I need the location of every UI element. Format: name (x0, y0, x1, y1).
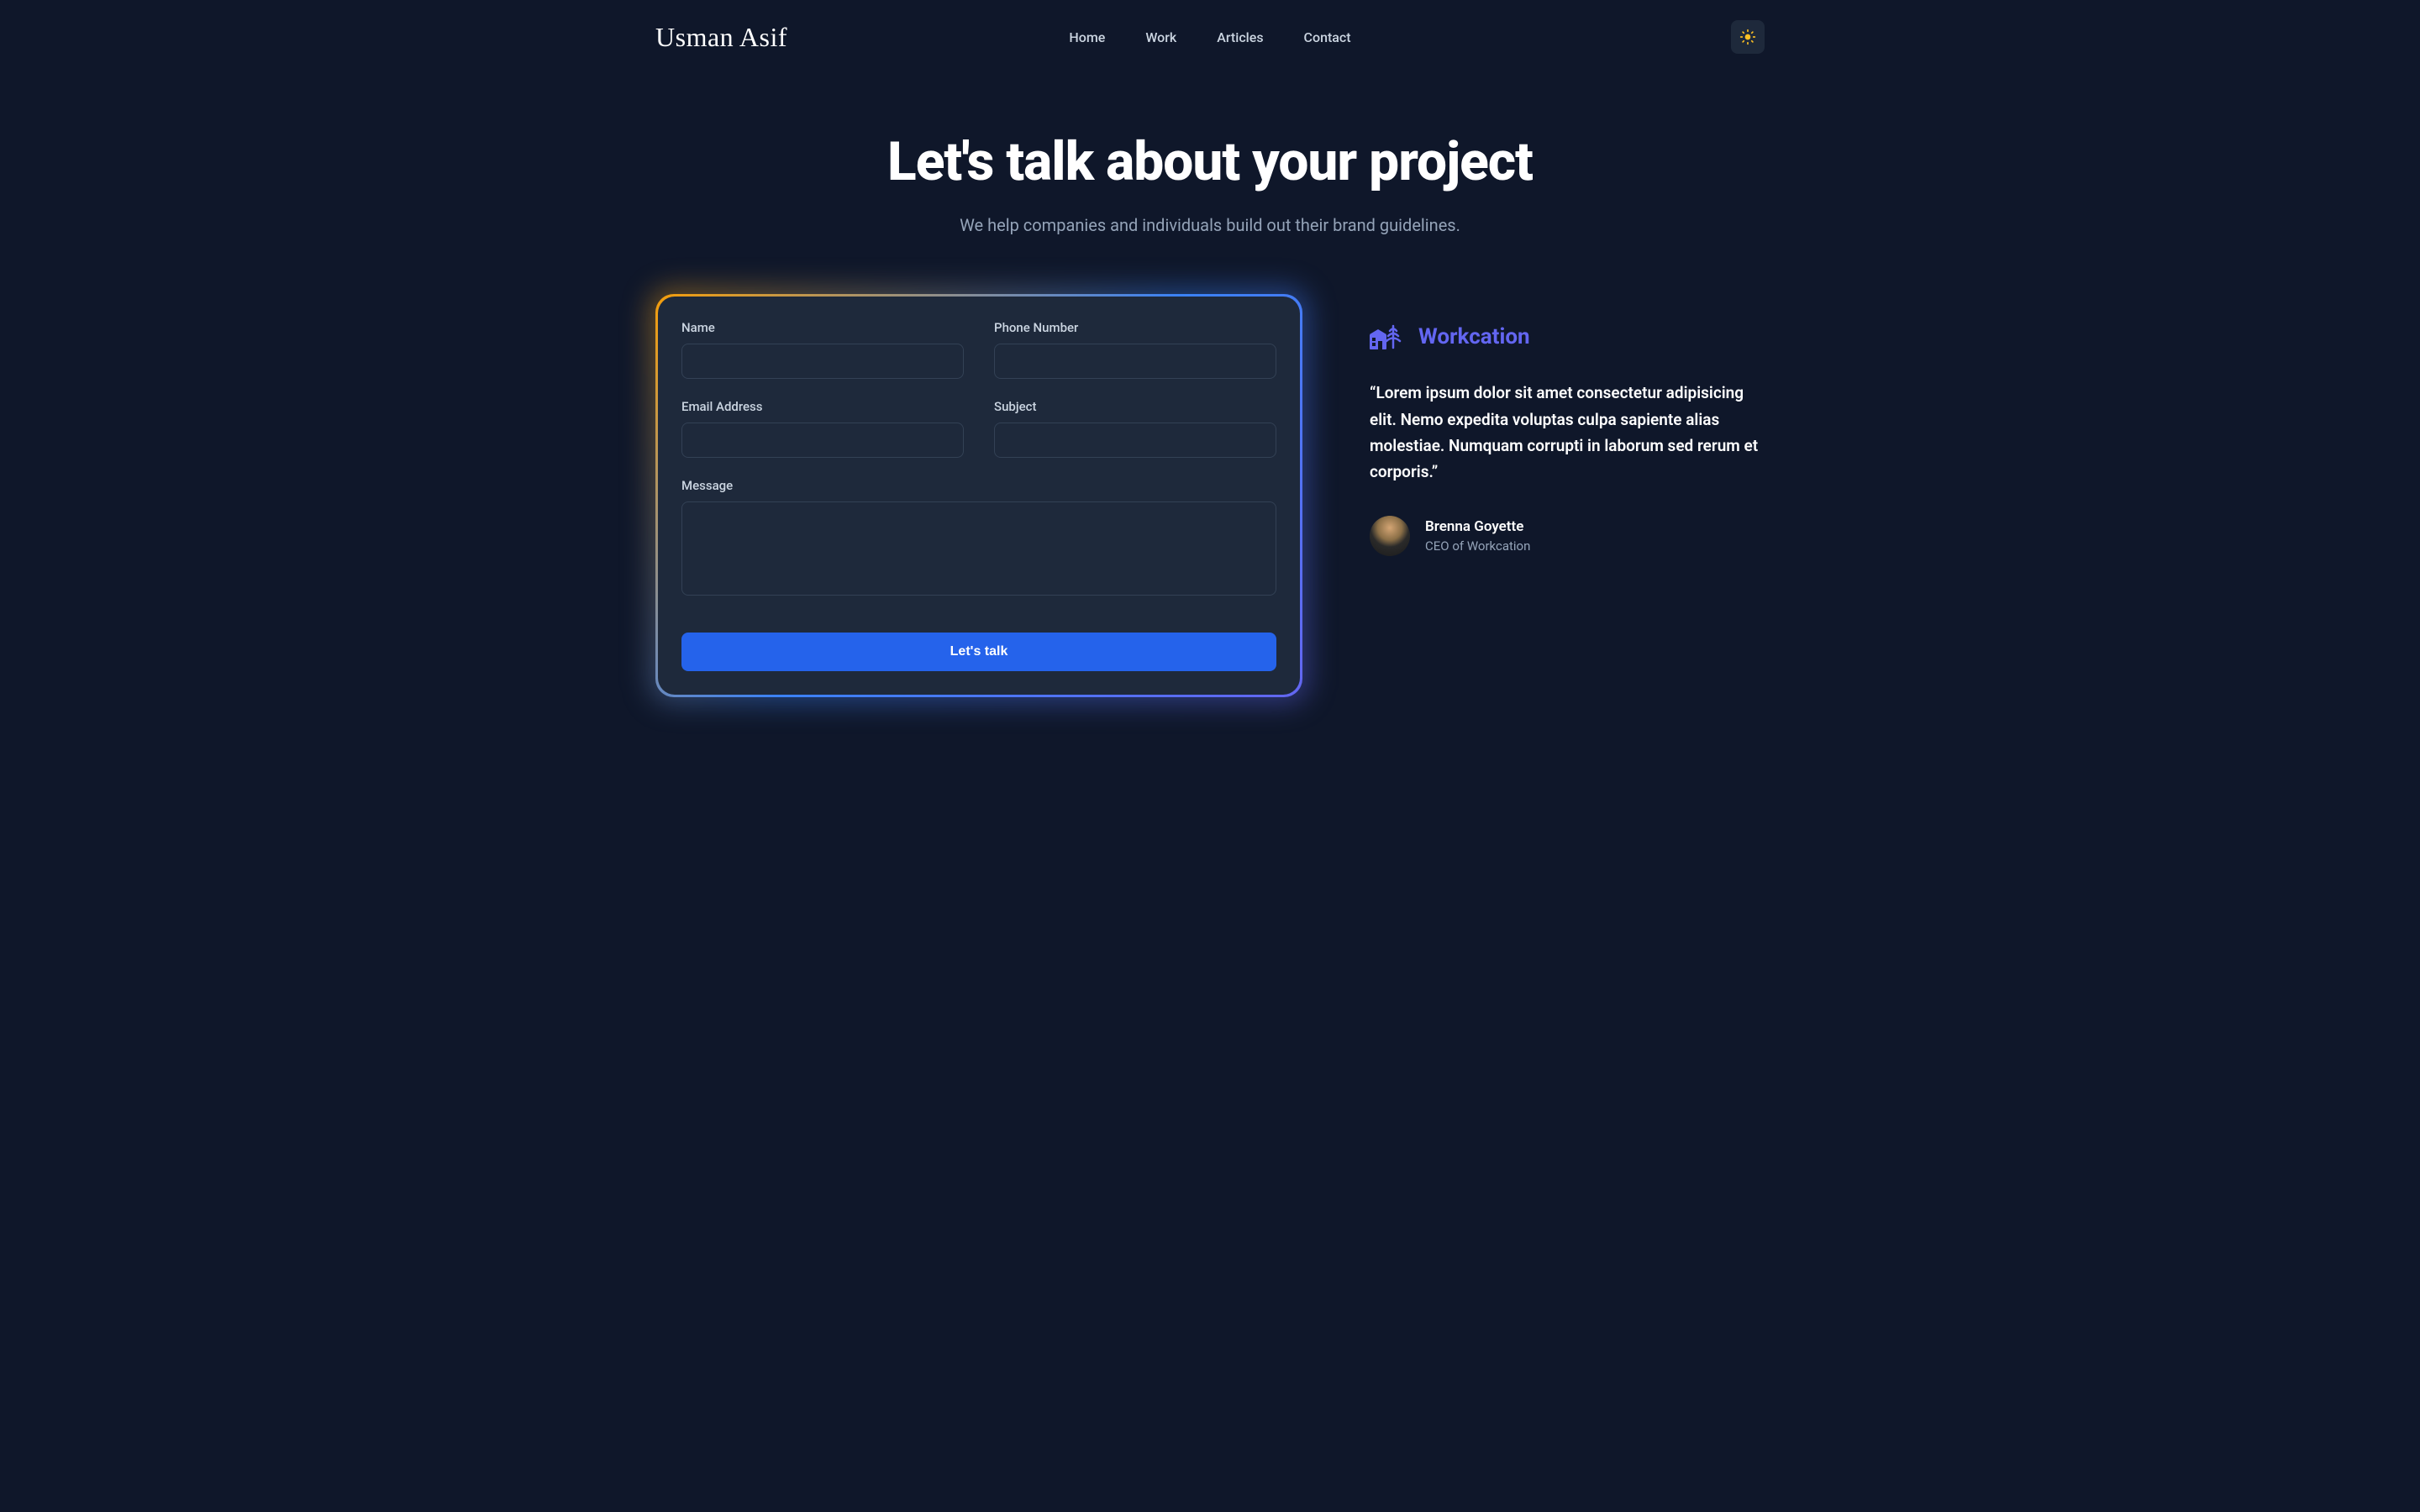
author-title: CEO of Workcation (1425, 538, 1530, 554)
contact-form: Name Phone Number Email Address Subject (658, 297, 1300, 695)
sun-icon (1739, 29, 1756, 45)
name-field-group: Name (681, 320, 964, 379)
page-subtitle: We help companies and individuals build … (655, 215, 1765, 235)
name-label: Name (681, 320, 964, 335)
brand-name: Workcation (1418, 324, 1530, 349)
workcation-icon (1370, 324, 1407, 349)
testimonial-brand: Workcation (1370, 324, 1765, 349)
email-label: Email Address (681, 399, 964, 414)
nav-articles[interactable]: Articles (1217, 29, 1263, 45)
email-input[interactable] (681, 423, 964, 458)
nav-work[interactable]: Work (1145, 29, 1176, 45)
author-info: Brenna Goyette CEO of Workcation (1425, 518, 1530, 554)
nav-contact[interactable]: Contact (1304, 29, 1351, 45)
message-field-group: Message (681, 478, 1276, 596)
phone-label: Phone Number (994, 320, 1276, 335)
email-field-group: Email Address (681, 399, 964, 458)
hero-section: Let's talk about your project We help co… (655, 133, 1765, 235)
nav-home[interactable]: Home (1069, 29, 1105, 45)
testimonial-quote: “Lorem ipsum dolor sit amet consectetur … (1370, 380, 1765, 485)
theme-toggle-button[interactable] (1731, 20, 1765, 54)
phone-field-group: Phone Number (994, 320, 1276, 379)
page-title: Let's talk about your project (874, 133, 1546, 192)
logo[interactable]: Usman Asif (655, 22, 787, 53)
avatar (1370, 516, 1410, 556)
main-nav: Home Work Articles Contact (1069, 29, 1350, 45)
subject-field-group: Subject (994, 399, 1276, 458)
content-area: Name Phone Number Email Address Subject (655, 294, 1765, 697)
author-name: Brenna Goyette (1425, 518, 1530, 535)
submit-button[interactable]: Let's talk (681, 633, 1276, 671)
phone-input[interactable] (994, 344, 1276, 379)
message-textarea[interactable] (681, 501, 1276, 596)
message-label: Message (681, 478, 1276, 493)
subject-input[interactable] (994, 423, 1276, 458)
name-input[interactable] (681, 344, 964, 379)
form-wrapper: Name Phone Number Email Address Subject (655, 294, 1302, 697)
testimonial-author: Brenna Goyette CEO of Workcation (1370, 516, 1765, 556)
testimonial-section: Workcation “Lorem ipsum dolor sit amet c… (1370, 294, 1765, 555)
subject-label: Subject (994, 399, 1276, 414)
header: Usman Asif Home Work Articles Contact (655, 0, 1765, 74)
